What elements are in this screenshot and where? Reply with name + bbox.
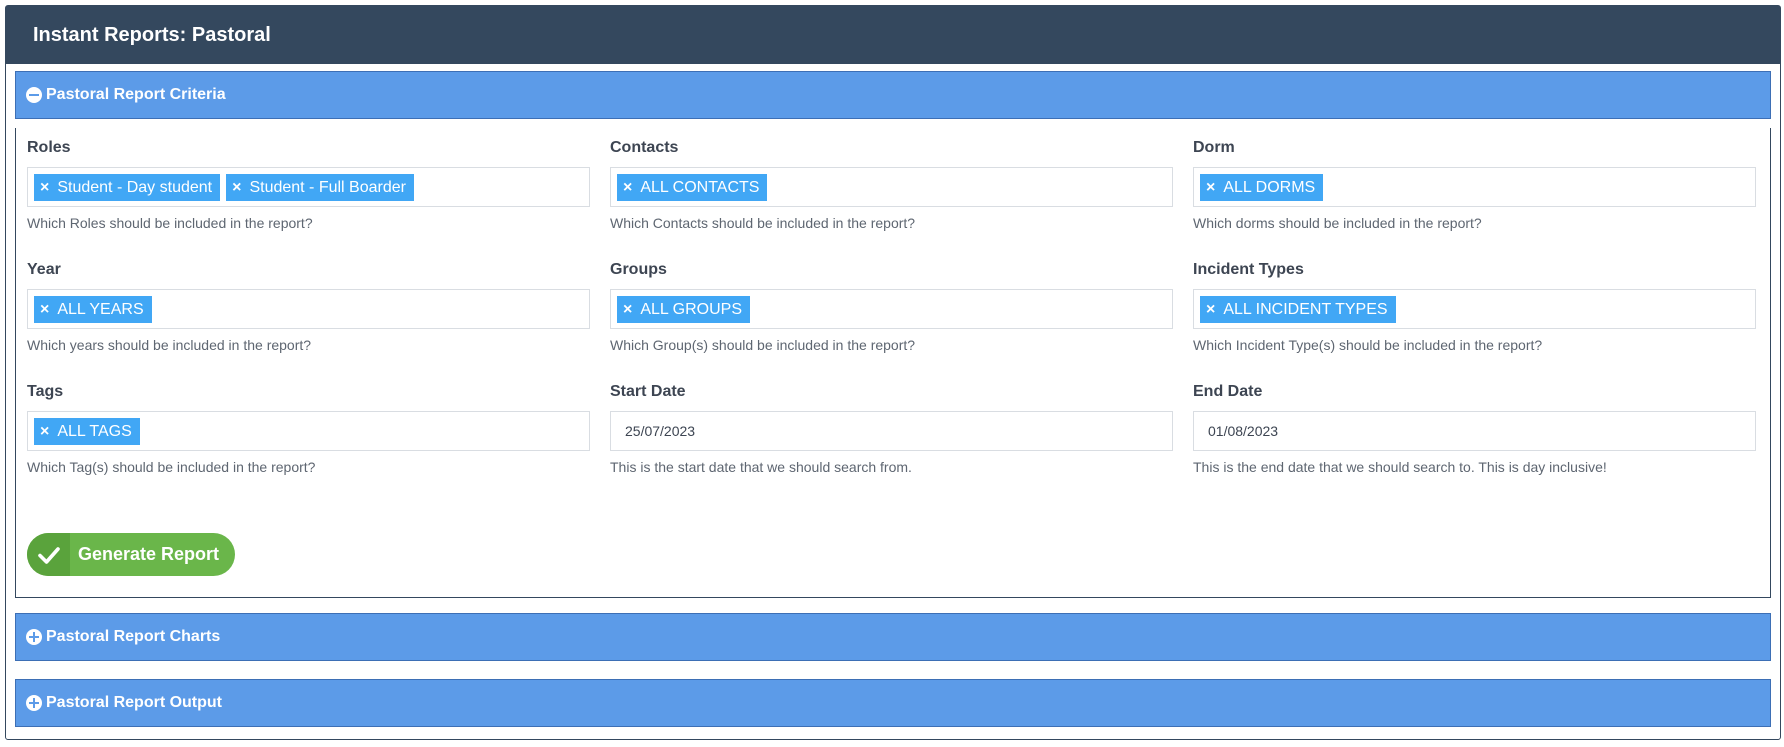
year-tag: × ALL YEARS [34,295,152,323]
dorm-tag: × ALL DORMS [1200,173,1324,201]
section-output-toggle[interactable]: Pastoral Report Output [15,679,1771,727]
incident-types-label: Incident Types [1193,261,1304,278]
section-criteria-toggle[interactable]: Pastoral Report Criteria [15,71,1771,119]
tag-label: ALL TAGS [57,422,132,440]
contacts-field: Contacts × ALL CONTACTS Which Contacts s… [610,136,1173,231]
roles-select[interactable]: × Student - Day student × Student - Full… [27,167,590,207]
incident-types-field: Incident Types × ALL INCIDENT TYPES Whic… [1193,258,1756,353]
plus-circle-icon [26,629,42,645]
dorm-select[interactable]: × ALL DORMS [1193,167,1756,207]
remove-tag-icon[interactable]: × [40,418,49,445]
tags-help: Which Tag(s) should be included in the r… [27,459,316,475]
section-charts-title: Pastoral Report Charts [46,628,221,645]
section-criteria-title: Pastoral Report Criteria [46,86,226,103]
incident-types-select[interactable]: × ALL INCIDENT TYPES [1193,289,1756,329]
contacts-help: Which Contacts should be included in the… [610,215,916,231]
groups-field: Groups × ALL GROUPS Which Group(s) shoul… [610,258,1173,353]
groups-select[interactable]: × ALL GROUPS [610,289,1173,329]
tag-label: ALL GROUPS [640,300,743,318]
contacts-tag: × ALL CONTACTS [617,173,768,201]
end-date-input[interactable]: 01/08/2023 [1193,411,1756,451]
contacts-select[interactable]: × ALL CONTACTS [610,167,1173,207]
remove-tag-icon[interactable]: × [40,296,49,323]
remove-tag-icon[interactable]: × [623,174,632,201]
tag-label: Student - Full Boarder [249,178,406,196]
end-date-field: End Date 01/08/2023 This is the end date… [1193,380,1756,475]
tag-label: ALL CONTACTS [640,178,760,196]
remove-tag-icon[interactable]: × [40,174,49,201]
tags-select[interactable]: × ALL TAGS [27,411,590,451]
roles-tag: × Student - Full Boarder [226,173,414,201]
remove-tag-icon[interactable]: × [1206,296,1215,323]
groups-tag: × ALL GROUPS [617,295,751,323]
dorm-field: Dorm × ALL DORMS Which dorms should be i… [1193,136,1756,231]
check-icon [27,533,70,576]
year-label: Year [27,261,61,278]
year-help: Which years should be included in the re… [27,337,312,353]
dorm-help: Which dorms should be included in the re… [1193,215,1482,231]
contacts-label: Contacts [610,139,679,156]
groups-label: Groups [610,261,667,278]
panel-title: Instant Reports: Pastoral [6,6,1780,64]
criteria-body: Roles × Student - Day student × Student … [15,128,1771,598]
tag-label: ALL DORMS [1223,178,1316,196]
incident-types-tag: × ALL INCIDENT TYPES [1200,295,1396,323]
generate-report-button[interactable]: Generate Report [27,533,235,576]
tags-field: Tags × ALL TAGS Which Tag(s) should be i… [27,380,590,475]
tag-label: ALL INCIDENT TYPES [1223,300,1388,318]
roles-field: Roles × Student - Day student × Student … [27,136,590,231]
tags-tag: × ALL TAGS [34,417,140,445]
minus-circle-icon [26,87,42,103]
dorm-label: Dorm [1193,139,1235,156]
section-output-title: Pastoral Report Output [46,694,223,711]
incident-types-help: Which Incident Type(s) should be include… [1193,337,1543,353]
remove-tag-icon[interactable]: × [232,174,241,201]
roles-label: Roles [27,139,71,156]
end-date-help: This is the end date that we should sear… [1193,459,1607,475]
tag-label: ALL YEARS [57,300,144,318]
end-date-label: End Date [1193,383,1263,400]
tags-label: Tags [27,383,64,400]
section-charts-toggle[interactable]: Pastoral Report Charts [15,613,1771,661]
start-date-label: Start Date [610,383,686,400]
year-select[interactable]: × ALL YEARS [27,289,590,329]
start-date-help: This is the start date that we should se… [610,459,912,475]
roles-tag: × Student - Day student [34,173,221,201]
start-date-input[interactable]: 25/07/2023 [610,411,1173,451]
remove-tag-icon[interactable]: × [623,296,632,323]
plus-circle-icon [26,695,42,711]
year-field: Year × ALL YEARS Which years should be i… [27,258,590,353]
tag-label: Student - Day student [57,178,213,196]
generate-report-label: Generate Report [78,544,220,564]
instant-reports-panel: Instant Reports: Pastoral Pastoral Repor… [5,5,1781,740]
remove-tag-icon[interactable]: × [1206,174,1215,201]
groups-help: Which Group(s) should be included in the… [610,337,916,353]
start-date-field: Start Date 25/07/2023 This is the start … [610,380,1173,475]
roles-help: Which Roles should be included in the re… [27,215,313,231]
